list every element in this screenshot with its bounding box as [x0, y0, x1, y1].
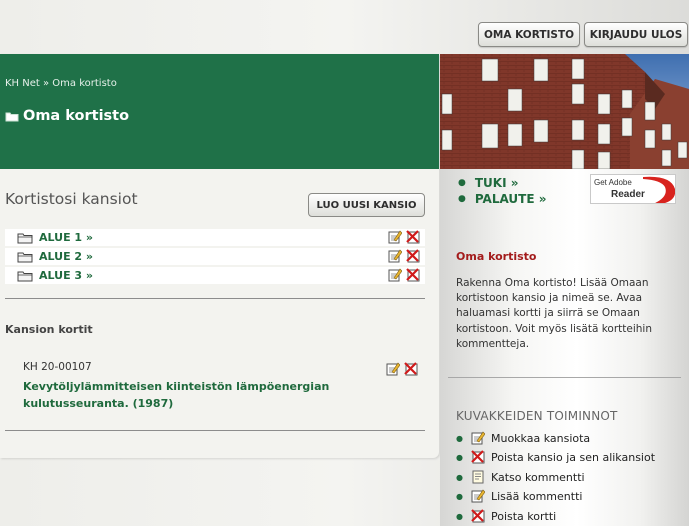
- edit-icon: [471, 431, 485, 445]
- page-title-row: Oma kortisto: [5, 108, 129, 124]
- legend-item: ● Poista kansio ja sen alikansiot: [456, 449, 655, 465]
- legend-label: Muokkaa kansiota: [490, 431, 591, 445]
- feedback-link-label: PALAUTE »: [474, 192, 547, 206]
- adobe-reader-badge[interactable]: Get Adobe Reader: [590, 174, 676, 204]
- comment-add-icon[interactable]: [386, 362, 400, 376]
- adobe-reader-label: Reader: [611, 189, 645, 200]
- folder-icon: [17, 232, 33, 244]
- folder-row: ALUE 3 »: [5, 267, 425, 284]
- edit-icon[interactable]: [388, 268, 402, 282]
- bullet-icon: ●: [456, 433, 463, 443]
- delete-icon[interactable]: [406, 230, 420, 244]
- card-id: KH 20-00107: [23, 361, 92, 373]
- edit-icon[interactable]: [388, 230, 402, 244]
- delete-icon[interactable]: [404, 362, 418, 376]
- logout-button[interactable]: KIRJAUDU ULOS: [584, 22, 688, 47]
- folder-row: ALUE 1 »: [5, 229, 425, 246]
- legend-item: ● Muokkaa kansiota: [456, 430, 590, 446]
- info-text: Rakenna Oma kortisto! Lisää Omaan kortis…: [456, 277, 652, 350]
- legend-label: Katso kommentti: [490, 470, 585, 484]
- bullet-icon: ●: [456, 511, 463, 521]
- legend-item: ● Lisää kommentti: [456, 488, 582, 504]
- legend-label: Poista kansio ja sen alikansiot: [490, 450, 656, 464]
- delete-icon[interactable]: [406, 249, 420, 263]
- comment-view-icon: [471, 470, 485, 484]
- feedback-link[interactable]: ● PALAUTE »: [458, 192, 546, 206]
- adobe-get-label: Get Adobe: [594, 178, 632, 187]
- bullet-icon: ●: [456, 472, 463, 482]
- comment-add-icon: [471, 489, 485, 503]
- folders-title: Kortistosi kansiot: [5, 190, 138, 208]
- delete-icon: [471, 509, 485, 523]
- legend-label: Lisää kommentti: [490, 489, 583, 503]
- delete-icon: [471, 450, 485, 464]
- delete-icon[interactable]: [406, 268, 420, 282]
- icon-actions-title: KUVAKKEIDEN TOIMINNOT: [456, 409, 618, 423]
- support-link-label: TUKI »: [474, 176, 519, 190]
- legend-label: Poista kortti: [490, 509, 557, 523]
- new-folder-button[interactable]: LUO UUSI KANSIO: [308, 193, 425, 217]
- divider: [5, 430, 425, 431]
- page-title: Oma kortisto: [23, 108, 130, 124]
- legend-item: ● Katso kommentti: [456, 469, 585, 485]
- bullet-icon: ●: [456, 452, 463, 462]
- folder-icon: [17, 251, 33, 263]
- card-title-link[interactable]: Kevytöljylämmitteisen kiinteistön lämpöe…: [23, 378, 363, 412]
- breadcrumb[interactable]: KH Net » Oma kortisto: [5, 78, 117, 89]
- page: OMA KORTISTO KIRJAUDU ULOS KH Net » Oma …: [0, 0, 689, 526]
- support-link[interactable]: ● TUKI »: [458, 176, 518, 190]
- divider: [5, 298, 425, 299]
- bullet-icon: ●: [456, 491, 463, 501]
- folder-link[interactable]: ALUE 3 »: [39, 269, 93, 282]
- cards-title: Kansion kortit: [5, 323, 93, 336]
- legend-item: ● Poista kortti: [456, 508, 556, 524]
- folder-link[interactable]: ALUE 2 »: [39, 250, 93, 263]
- my-cards-button[interactable]: OMA KORTISTO: [478, 22, 580, 47]
- card-actions: [386, 362, 418, 376]
- bullet-icon: ●: [458, 178, 466, 188]
- folder-icon: [5, 112, 19, 121]
- folder-link[interactable]: ALUE 1 »: [39, 231, 93, 244]
- edit-icon[interactable]: [388, 249, 402, 263]
- folder-icon: [17, 270, 33, 282]
- info-title: Oma kortisto: [456, 250, 537, 263]
- bullet-icon: ●: [458, 194, 466, 204]
- divider: [448, 377, 681, 378]
- folder-row: ALUE 2 »: [5, 248, 425, 265]
- building-photo: [440, 54, 689, 169]
